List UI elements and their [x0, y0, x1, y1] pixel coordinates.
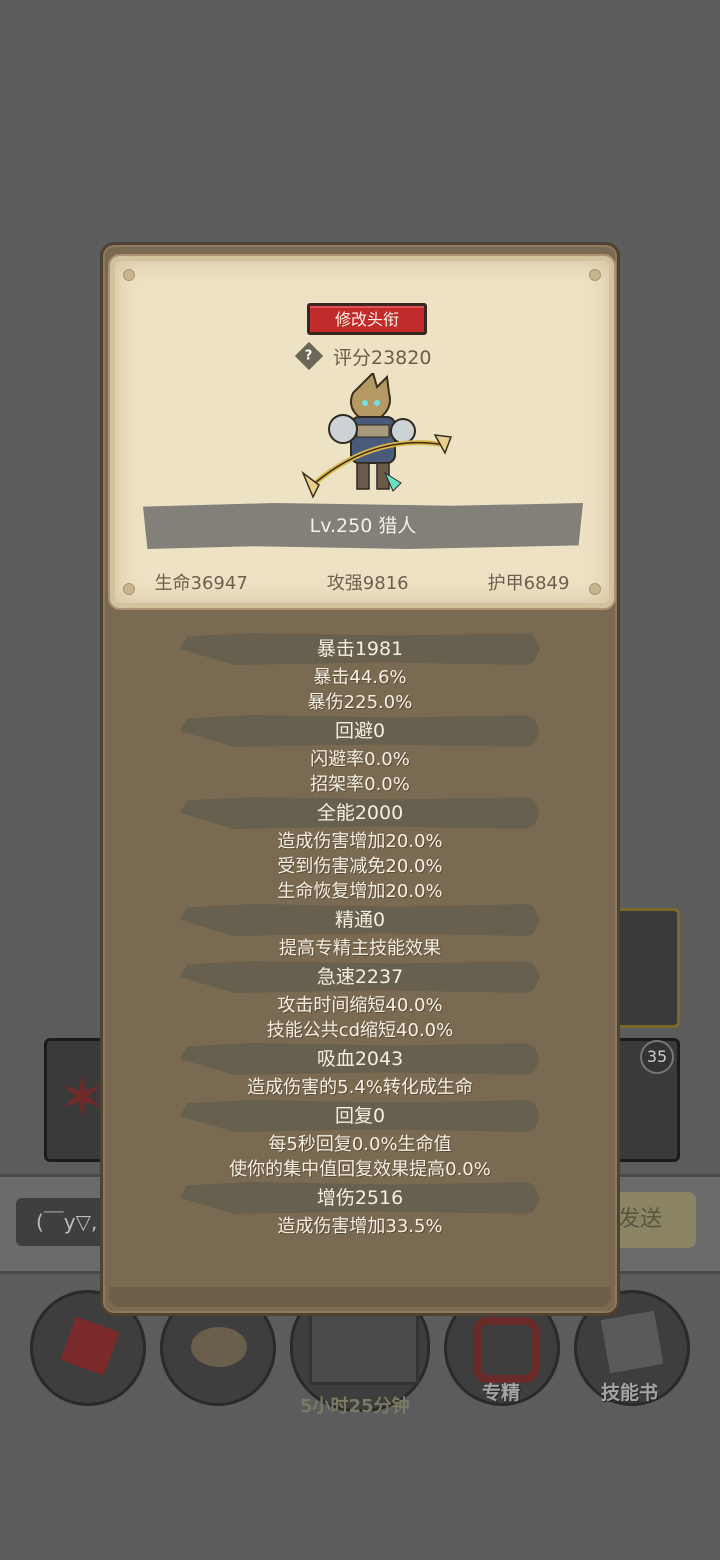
- stat-armor: 护甲6849: [487, 573, 570, 594]
- skill-slot-right-top: [610, 908, 680, 1028]
- skill-count-badge: 35: [640, 1040, 674, 1074]
- attribute-detail: 招架率0.0%: [310, 774, 410, 795]
- bread-icon: [191, 1327, 247, 1367]
- help-symbol: ?: [305, 348, 313, 364]
- attribute-header-crit: 暴击1981: [180, 633, 540, 665]
- stat-attack-power: 攻强9816: [326, 573, 409, 594]
- attribute-header-haste: 急速2237: [180, 961, 540, 993]
- rivet: [589, 269, 601, 281]
- attribute-detail: 生命恢复增加20.0%: [277, 881, 443, 902]
- attribute-detail: 暴击44.6%: [313, 667, 407, 688]
- panel-bottom-edge: [109, 1287, 611, 1307]
- attribute-detail: 提高专精主技能效果: [279, 938, 441, 959]
- attribute-header-versatility: 全能2000: [180, 797, 540, 829]
- attribute-detail: 造成伤害增加33.5%: [277, 1216, 443, 1237]
- attribute-header-lifesteal: 吸血2043: [180, 1043, 540, 1075]
- attribute-header-damage-bonus: 增伤2516: [180, 1182, 540, 1214]
- attribute-list: 暴击1981 暴击44.6% 暴伤225.0% 回避0 闪避率0.0% 招架率0…: [103, 633, 617, 1239]
- character-stats-panel: 修改头衔 ? 评分23820 Lv.250 猎人 生命36947 攻强9816: [100, 242, 620, 1316]
- attribute-detail: 技能公共cd缩短40.0%: [266, 1020, 454, 1041]
- attribute-detail: 造成伤害增加20.0%: [277, 831, 443, 852]
- chest-timer: 5小时25分钟: [300, 1396, 410, 1417]
- attribute-detail: 闪避率0.0%: [310, 749, 410, 770]
- score-value: 评分23820: [333, 346, 432, 369]
- attribute-detail: 使你的集中值回复效果提高0.0%: [229, 1159, 491, 1180]
- attribute-header-regen: 回复0: [180, 1100, 540, 1132]
- attribute-detail: 暴伤225.0%: [307, 692, 413, 713]
- skill-book-icon: [600, 1310, 664, 1374]
- edit-title-button[interactable]: 修改头衔: [307, 303, 427, 335]
- attribute-detail: 攻击时间缩短40.0%: [277, 995, 443, 1016]
- level-class-bar: Lv.250 猎人: [143, 503, 583, 549]
- chest-icon: [309, 1309, 419, 1385]
- specialization-icon: [473, 1317, 539, 1383]
- base-stats-row: 生命36947 攻强9816 护甲6849: [115, 569, 609, 595]
- rivet: [123, 269, 135, 281]
- stat-health: 生命36947: [154, 573, 248, 594]
- attribute-detail: 造成伤害的5.4%转化成生命: [247, 1077, 473, 1098]
- attribute-detail: 每5秒回复0.0%生命值: [268, 1134, 452, 1155]
- help-icon[interactable]: ?: [294, 341, 324, 371]
- skill-book-label: 技能书: [601, 1382, 659, 1404]
- potion-icon: [60, 1316, 120, 1376]
- specialization-label: 专精: [482, 1382, 521, 1404]
- attribute-header-mastery: 精通0: [180, 904, 540, 936]
- score-row: ? 评分23820: [294, 341, 432, 371]
- attribute-detail: 受到伤害减免20.0%: [277, 856, 443, 877]
- character-header-card: 修改头衔 ? 评分23820 Lv.250 猎人 生命36947 攻强9816: [110, 256, 614, 608]
- hunter-character-portrait: [301, 373, 453, 499]
- attribute-header-avoidance: 回避0: [180, 715, 540, 747]
